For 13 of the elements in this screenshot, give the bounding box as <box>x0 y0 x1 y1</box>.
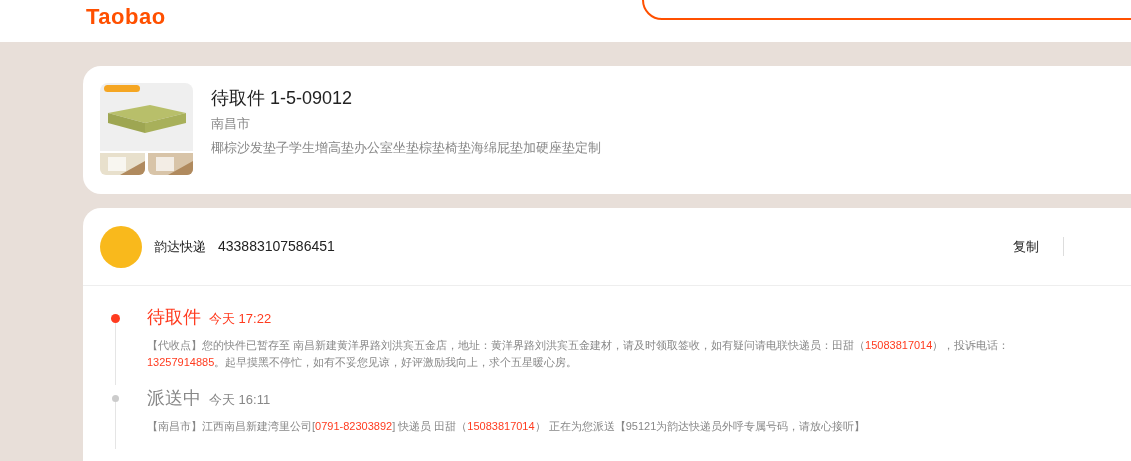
package-title: 待取件 1-5-09012 <box>211 87 354 110</box>
event-time: 今天 16:11 <box>209 391 271 409</box>
tracking-number: 433883107586451 <box>218 237 335 256</box>
courier-logo <box>100 225 142 268</box>
product-name: 椰棕沙发垫子学生增高垫办公室坐垫棕垫椅垫海绵屁垫加硬座垫定制 <box>211 138 601 157</box>
event-status: 待取件 <box>147 306 201 329</box>
event-time: 今天 17:22 <box>209 310 272 328</box>
event-status: 派送中 <box>147 387 201 410</box>
event-detail: 【南昌市】江西南昌新建湾里公司[0791-82303892] 快递员 田甜（15083817014） 正在为您派送【95121为韵达快递员外呼专属号码，请放心接听】 <box>147 419 867 434</box>
city: 南昌市 <box>211 115 251 133</box>
courier-name: 韵达快递 <box>154 237 206 256</box>
event-detail: 【代收点】您的快件已暂存至 南昌新建黄洋界路刘洪宾五金店，地址：黄洋界路刘洪宾五金建材，请及时领取签收，如有疑问请电联快递员：田甜（15083817014），投诉电话： 13257914885。起早摸黑不停忙，如有不妥您见谅，好评激励我向上，求个五星暖心房。 <box>147 338 1011 370</box>
copy-button[interactable]: 复制 <box>1013 236 1064 257</box>
